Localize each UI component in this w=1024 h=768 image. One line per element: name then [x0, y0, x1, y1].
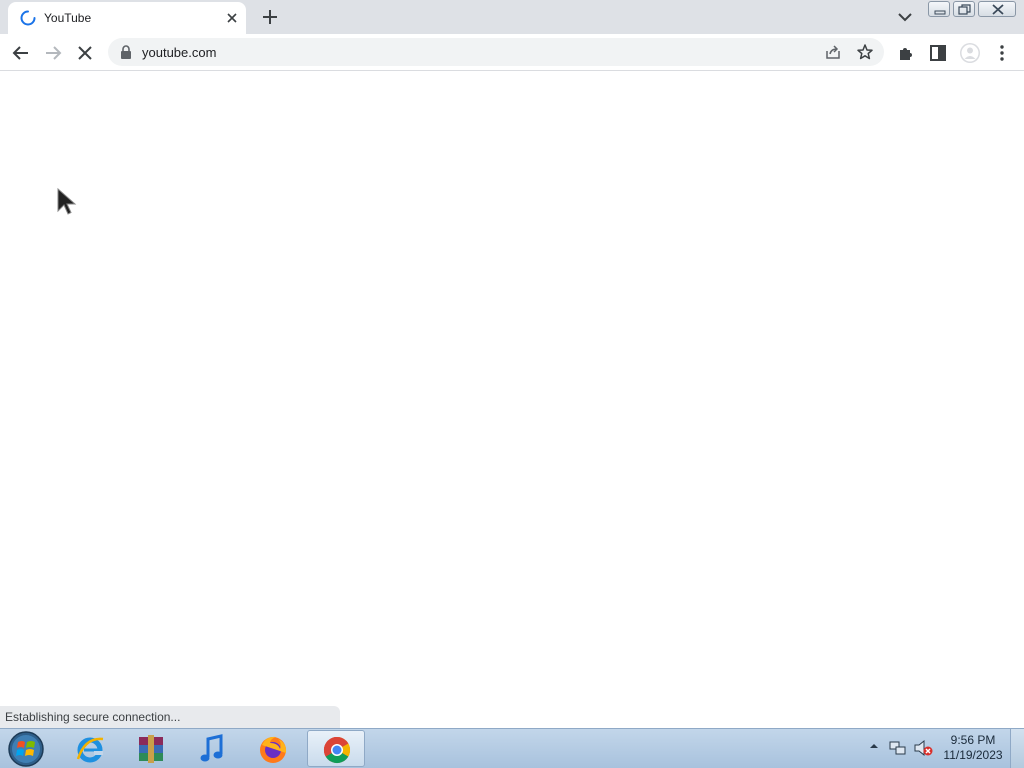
kebab-menu-icon[interactable] [991, 42, 1013, 64]
restore-button[interactable] [953, 1, 975, 17]
tab-search-chevron-icon[interactable] [895, 8, 915, 26]
browser-toolbar: youtube.com [0, 34, 1024, 71]
taskbar-chrome[interactable] [307, 730, 365, 767]
show-desktop-button[interactable] [1010, 729, 1024, 768]
address-bar[interactable]: youtube.com [108, 38, 884, 66]
taskbar: 9:56 PM 11/19/2023 [0, 728, 1024, 768]
profile-avatar-icon[interactable] [959, 42, 981, 64]
start-button[interactable] [5, 730, 47, 768]
new-tab-button[interactable] [260, 7, 280, 27]
winrar-icon [139, 735, 163, 763]
taskbar-internet-explorer[interactable] [61, 730, 119, 767]
tab-youtube[interactable]: YouTube [8, 2, 246, 34]
side-panel-icon[interactable] [927, 42, 949, 64]
stop-loading-button[interactable] [74, 42, 96, 64]
close-window-icon [992, 4, 1004, 15]
mouse-cursor-icon [57, 187, 77, 215]
url-text[interactable]: youtube.com [142, 45, 216, 60]
close-tab-icon[interactable] [224, 10, 240, 26]
network-icon[interactable] [889, 739, 907, 757]
page-content [0, 71, 1024, 728]
minimize-icon [934, 10, 946, 15]
show-hidden-icons-icon[interactable] [869, 741, 879, 751]
taskbar-firefox[interactable] [244, 730, 302, 767]
minimize-button[interactable] [928, 1, 950, 17]
restore-icon [958, 4, 971, 15]
tab-title: YouTube [44, 11, 92, 25]
lock-icon[interactable] [120, 45, 132, 59]
volume-muted-icon[interactable] [913, 739, 933, 757]
clock-date: 11/19/2023 [943, 748, 1003, 762]
close-window-button[interactable] [978, 1, 1016, 17]
share-icon[interactable] [824, 43, 842, 61]
bookmark-star-icon[interactable] [856, 43, 874, 61]
back-button[interactable] [10, 42, 32, 64]
extensions-puzzle-icon[interactable] [895, 42, 917, 64]
loading-spinner-icon [20, 10, 36, 26]
itunes-music-icon [200, 734, 223, 762]
firefox-icon [260, 736, 287, 763]
taskbar-winrar[interactable] [122, 730, 180, 767]
taskbar-itunes[interactable] [183, 730, 241, 767]
tab-strip: YouTube [0, 0, 1024, 34]
taskbar-clock[interactable]: 9:56 PM 11/19/2023 [940, 733, 1006, 763]
status-bubble: Establishing secure connection... [0, 706, 340, 728]
clock-time: 9:56 PM [950, 733, 996, 747]
internet-explorer-icon [76, 737, 104, 763]
chrome-icon [323, 736, 351, 764]
forward-button[interactable] [42, 42, 64, 64]
